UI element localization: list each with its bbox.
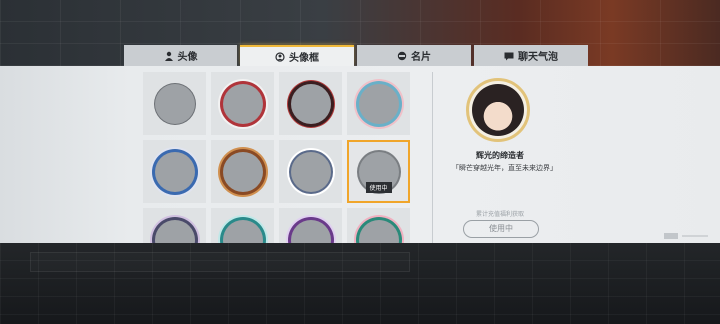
frame-preview xyxy=(290,219,331,243)
frame-item[interactable] xyxy=(279,72,342,135)
frame-name: 辉光的缔造者 xyxy=(476,151,524,160)
brand-logo xyxy=(664,232,710,242)
frame-preview xyxy=(222,219,263,243)
frame-preview xyxy=(154,151,195,192)
frame-preview xyxy=(290,83,331,124)
tab-label: 聊天气泡 xyxy=(518,52,558,63)
frame-item[interactable] xyxy=(347,72,410,135)
frame-item[interactable] xyxy=(143,72,206,135)
in-use-tag: 使用中 xyxy=(365,182,392,193)
frame-item[interactable] xyxy=(279,208,342,243)
use-button[interactable]: 使用中 xyxy=(463,220,539,238)
tab-card[interactable]: 名片 xyxy=(357,45,471,66)
frame-preview xyxy=(358,219,399,243)
frame-item[interactable] xyxy=(211,140,274,203)
tab-chat-bubble[interactable]: 聊天气泡 xyxy=(474,45,588,66)
frame-preview xyxy=(358,83,399,124)
panel-divider xyxy=(432,72,433,243)
frame-item-selected[interactable]: 使用中 xyxy=(347,140,410,203)
tab-label: 名片 xyxy=(411,52,431,63)
frame-item[interactable] xyxy=(143,208,206,243)
frame-preview xyxy=(290,151,331,192)
frame-item[interactable] xyxy=(211,72,274,135)
frame-preview xyxy=(154,219,195,243)
tab-bar: 头像 头像框 名片 聊天气泡 xyxy=(124,45,591,66)
frame-item[interactable] xyxy=(347,208,410,243)
frame-item[interactable] xyxy=(143,140,206,203)
frame-item[interactable] xyxy=(211,208,274,243)
frame-preview xyxy=(222,83,263,124)
tab-label: 头像 xyxy=(177,52,198,63)
tab-avatar[interactable]: 头像 xyxy=(124,45,237,66)
frame-item[interactable] xyxy=(279,140,342,203)
frame-preview xyxy=(154,83,195,124)
person-icon xyxy=(164,51,174,61)
background-decoration xyxy=(30,252,410,272)
tab-label: 头像框 xyxy=(289,53,319,64)
avatar xyxy=(472,84,524,136)
chat-bubble-icon xyxy=(504,51,514,61)
avatar-frame-icon xyxy=(275,51,285,62)
card-icon xyxy=(397,51,407,61)
frame-description: 「瞬芒穿越光年，直至未来边界」 xyxy=(452,164,557,172)
frame-preview xyxy=(222,151,263,192)
frame-source: 累计充值福利获取 xyxy=(475,211,524,218)
frame-detail-preview xyxy=(466,78,530,142)
avatar-frame-grid: 使用中 xyxy=(143,72,411,243)
tab-avatar-frame[interactable]: 头像框 xyxy=(240,45,354,66)
